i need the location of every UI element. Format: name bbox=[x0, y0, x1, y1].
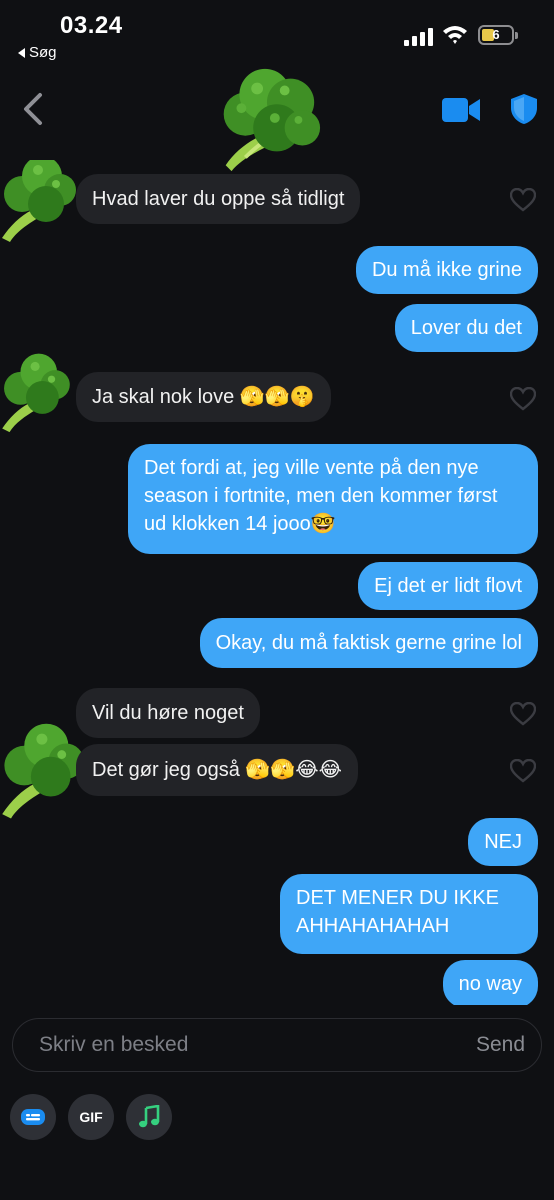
send-button[interactable]: Send bbox=[476, 1033, 525, 1057]
incoming-message[interactable]: Det gør jeg også 🫣🫣😂😂 bbox=[76, 744, 358, 796]
safety-shield-icon[interactable] bbox=[510, 93, 538, 125]
outgoing-message[interactable]: Det fordi at, jeg ville vente på den nye… bbox=[128, 444, 538, 554]
incoming-message[interactable]: Vil du høre noget bbox=[76, 688, 260, 738]
conversation-starter-button[interactable] bbox=[10, 1094, 56, 1140]
gif-button[interactable]: GIF bbox=[68, 1094, 114, 1140]
outgoing-message[interactable]: Ej det er lidt flovt bbox=[358, 562, 538, 610]
like-heart-icon[interactable] bbox=[510, 188, 536, 212]
outgoing-message[interactable]: no way bbox=[442, 960, 538, 1005]
back-chevron-icon[interactable] bbox=[18, 92, 48, 126]
outgoing-message[interactable]: NEJ bbox=[468, 818, 538, 866]
outgoing-message[interactable]: Lover du det bbox=[394, 304, 538, 352]
like-heart-icon[interactable] bbox=[510, 759, 536, 783]
match-avatar-broccoli-icon[interactable] bbox=[206, 62, 324, 174]
outgoing-message[interactable]: Okay, du må faktisk gerne grine lol bbox=[199, 618, 538, 668]
status-time: 03.24 bbox=[60, 12, 123, 39]
battery-icon: 6 bbox=[478, 25, 518, 45]
back-to-search[interactable]: Søg bbox=[18, 44, 57, 61]
message-input[interactable] bbox=[39, 1029, 439, 1061]
cellular-signal-icon bbox=[404, 28, 433, 46]
outgoing-message[interactable]: Du må ikke grine bbox=[355, 246, 538, 294]
chat-card-icon bbox=[21, 1109, 45, 1125]
composer-toolbar: GIF bbox=[10, 1094, 172, 1140]
like-heart-icon[interactable] bbox=[510, 702, 536, 726]
back-triangle-icon bbox=[18, 47, 25, 58]
message-composer: Send bbox=[12, 1018, 542, 1072]
like-heart-icon[interactable] bbox=[510, 387, 536, 411]
status-bar: 03.24 Søg 6 bbox=[0, 0, 554, 70]
music-note-icon bbox=[139, 1105, 160, 1128]
chat-header bbox=[0, 62, 554, 172]
video-call-icon[interactable] bbox=[442, 96, 480, 124]
outgoing-message[interactable]: DET MENER DU IKKE AHHAHAHAHAH bbox=[280, 874, 538, 954]
sender-avatar-broccoli-icon bbox=[2, 160, 76, 242]
back-to-search-label: Søg bbox=[29, 44, 57, 61]
message-list[interactable]: Hvad laver du oppe så tidligt Du må ikke… bbox=[0, 160, 554, 1005]
wifi-icon bbox=[443, 26, 467, 44]
incoming-message[interactable]: Hvad laver du oppe så tidligt bbox=[76, 174, 361, 224]
incoming-message[interactable]: Ja skal nok love 🫣🫣🤫 bbox=[76, 372, 331, 422]
music-button[interactable] bbox=[126, 1094, 172, 1140]
gif-label: GIF bbox=[79, 1109, 103, 1125]
sender-avatar-broccoli-icon bbox=[2, 723, 84, 819]
battery-level: 6 bbox=[492, 27, 500, 42]
sender-avatar-broccoli-icon bbox=[2, 353, 70, 433]
